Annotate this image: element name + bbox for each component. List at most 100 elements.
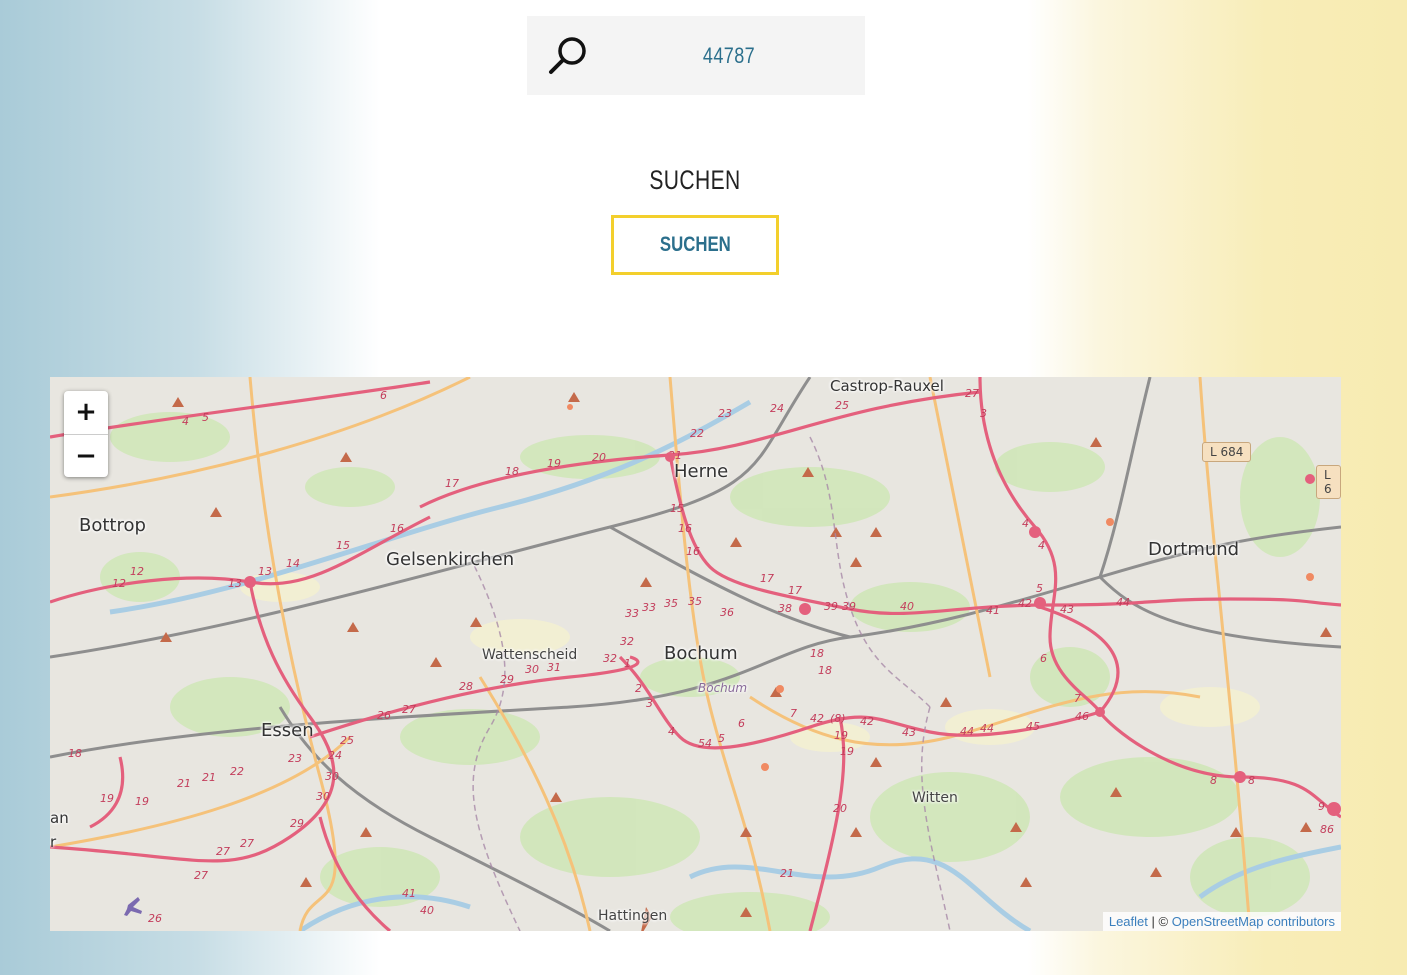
svg-text:22: 22 bbox=[230, 765, 244, 778]
svg-text:24: 24 bbox=[770, 402, 784, 415]
svg-text:12: 12 bbox=[112, 577, 126, 590]
svg-text:13: 13 bbox=[258, 565, 272, 578]
svg-text:27: 27 bbox=[194, 869, 208, 882]
search-submit-button[interactable]: SUCHEN bbox=[611, 215, 779, 275]
place-bochum-district: Bochum bbox=[698, 681, 748, 695]
svg-text:40: 40 bbox=[900, 600, 914, 613]
svg-text:30: 30 bbox=[325, 770, 339, 783]
svg-text:18: 18 bbox=[505, 465, 519, 478]
zoom-control: + − bbox=[64, 391, 108, 477]
svg-text:17: 17 bbox=[788, 584, 802, 597]
svg-text:36: 36 bbox=[720, 606, 734, 619]
svg-text:18: 18 bbox=[68, 747, 82, 760]
svg-text:43: 43 bbox=[1060, 603, 1074, 616]
road-badge-l684: L 684 bbox=[1202, 442, 1252, 462]
svg-text:19: 19 bbox=[100, 792, 114, 805]
svg-text:18: 18 bbox=[818, 664, 832, 677]
place-dortmund: Dortmund bbox=[1148, 539, 1240, 560]
svg-text:21: 21 bbox=[177, 777, 191, 790]
search-submit-label: SUCHEN bbox=[659, 233, 731, 256]
svg-text:8: 8 bbox=[1210, 774, 1217, 787]
svg-text:19: 19 bbox=[547, 457, 561, 470]
svg-text:6: 6 bbox=[380, 389, 387, 402]
svg-text:27: 27 bbox=[216, 845, 230, 858]
search-icon[interactable] bbox=[547, 34, 591, 78]
svg-text:19: 19 bbox=[135, 795, 149, 808]
place-herne: Herne bbox=[674, 461, 729, 482]
svg-text:44: 44 bbox=[1116, 596, 1130, 609]
svg-text:7: 7 bbox=[1074, 692, 1081, 705]
osm-link[interactable]: OpenStreetMap contributors bbox=[1172, 914, 1335, 929]
svg-text:5: 5 bbox=[718, 732, 725, 745]
svg-text:26: 26 bbox=[148, 912, 162, 925]
svg-text:4: 4 bbox=[182, 415, 189, 428]
svg-text:23: 23 bbox=[718, 407, 732, 420]
svg-text:3: 3 bbox=[646, 697, 653, 710]
svg-text:5: 5 bbox=[202, 411, 209, 424]
place-witten: Witten bbox=[912, 790, 958, 806]
svg-text:28: 28 bbox=[459, 680, 473, 693]
svg-text:39: 39 bbox=[824, 600, 838, 613]
leaflet-link[interactable]: Leaflet bbox=[1109, 914, 1148, 929]
svg-text:21: 21 bbox=[202, 771, 216, 784]
svg-text:23: 23 bbox=[288, 752, 302, 765]
svg-text:17: 17 bbox=[445, 477, 459, 490]
svg-text:42: 42 bbox=[1018, 597, 1032, 610]
svg-text:2: 2 bbox=[635, 682, 642, 695]
place-wattenscheid: Wattenscheid bbox=[482, 647, 578, 663]
svg-text:21: 21 bbox=[780, 867, 794, 880]
svg-text:41: 41 bbox=[986, 604, 1000, 617]
svg-text:33: 33 bbox=[642, 601, 656, 614]
svg-text:27: 27 bbox=[402, 703, 416, 716]
map[interactable]: 456 17 18 19 20 21 22 23 24 25 27 3 16 15 14 13 13… bbox=[50, 377, 1341, 931]
svg-text:45: 45 bbox=[1026, 720, 1040, 733]
place-castrop-rauxel: Castrop-Rauxel bbox=[830, 377, 944, 395]
svg-text:19: 19 bbox=[834, 729, 848, 742]
svg-text:16: 16 bbox=[678, 522, 692, 535]
svg-text:19: 19 bbox=[840, 745, 854, 758]
svg-text:35: 35 bbox=[688, 595, 702, 608]
place-gelsenkirchen: Gelsenkirchen bbox=[386, 549, 515, 570]
svg-text:15: 15 bbox=[336, 539, 350, 552]
search-box bbox=[527, 16, 865, 95]
zoom-out-button[interactable]: − bbox=[64, 435, 108, 477]
svg-text:12: 12 bbox=[130, 565, 144, 578]
svg-text:4: 4 bbox=[668, 725, 675, 738]
svg-text:27: 27 bbox=[965, 387, 979, 400]
svg-text:30: 30 bbox=[316, 790, 330, 803]
svg-text:20: 20 bbox=[833, 802, 847, 815]
road-badge-l6: L 6 bbox=[1316, 465, 1341, 499]
map-attribution: Leaflet | © OpenStreetMap contributors bbox=[1102, 912, 1341, 931]
svg-text:44: 44 bbox=[980, 722, 994, 735]
svg-text:6: 6 bbox=[738, 717, 745, 730]
svg-text:46: 46 bbox=[1075, 710, 1089, 723]
zoom-in-button[interactable]: + bbox=[64, 391, 108, 435]
svg-text:25: 25 bbox=[340, 734, 354, 747]
svg-text:39: 39 bbox=[842, 600, 856, 613]
svg-text:17: 17 bbox=[760, 572, 774, 585]
svg-text:42: 42 bbox=[860, 715, 874, 728]
svg-text:32: 32 bbox=[603, 652, 617, 665]
svg-text:44: 44 bbox=[960, 725, 974, 738]
place-hattingen: Hattingen bbox=[598, 908, 668, 924]
svg-text:8: 8 bbox=[1248, 774, 1255, 787]
svg-text:7: 7 bbox=[790, 707, 797, 720]
place-edge-r: r bbox=[50, 833, 57, 851]
svg-text:35: 35 bbox=[664, 597, 678, 610]
svg-text:32: 32 bbox=[620, 635, 634, 648]
svg-text:4: 4 bbox=[1022, 517, 1029, 530]
svg-text:29: 29 bbox=[290, 817, 304, 830]
svg-text:16: 16 bbox=[390, 522, 404, 535]
svg-text:14: 14 bbox=[286, 557, 300, 570]
svg-text:42: 42 bbox=[810, 712, 824, 725]
search-input[interactable] bbox=[637, 32, 821, 80]
svg-text:6: 6 bbox=[1040, 652, 1047, 665]
svg-text:24: 24 bbox=[328, 749, 342, 762]
svg-text:86: 86 bbox=[1320, 823, 1334, 836]
place-bochum: Bochum bbox=[664, 643, 738, 664]
svg-text:13: 13 bbox=[228, 577, 242, 590]
svg-text:30: 30 bbox=[525, 663, 539, 676]
svg-text:43: 43 bbox=[902, 726, 916, 739]
svg-text:15: 15 bbox=[670, 502, 684, 515]
svg-text:33: 33 bbox=[625, 607, 639, 620]
